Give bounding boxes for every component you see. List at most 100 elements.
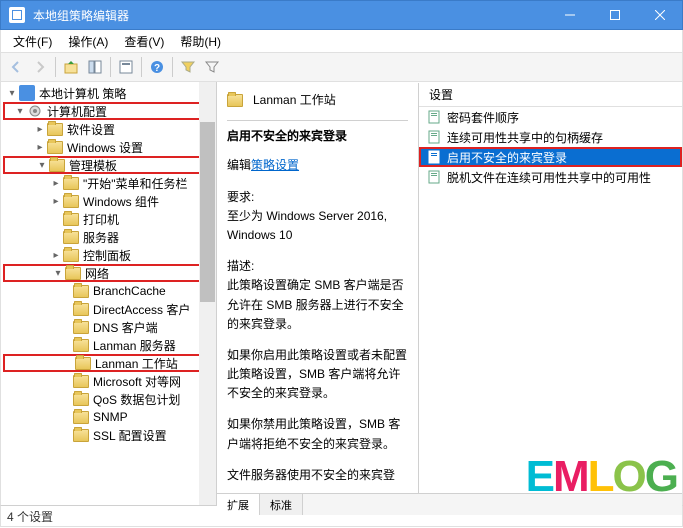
show-hide-button[interactable] xyxy=(84,56,106,78)
menubar: 文件(F) 操作(A) 查看(V) 帮助(H) xyxy=(0,30,683,52)
tree-label: Windows 组件 xyxy=(83,193,159,210)
window-title: 本地组策略编辑器 xyxy=(33,7,547,24)
folder-icon xyxy=(73,285,89,298)
policy-root-icon xyxy=(19,85,35,101)
tree-label: SSL 配置设置 xyxy=(93,427,167,444)
setting-row[interactable]: 连续可用性共享中的句柄缓存 xyxy=(419,127,682,147)
tree-computer-config[interactable]: ▾ 计算机配置 xyxy=(3,102,216,120)
tab-extended[interactable]: 扩展 xyxy=(217,494,260,515)
tree-admin-templates[interactable]: ▾ 管理模板 xyxy=(3,156,216,174)
tree-ms-peer[interactable]: Microsoft 对等网 xyxy=(3,372,216,390)
expander-icon[interactable]: ▸ xyxy=(33,140,47,154)
filter-options-button[interactable] xyxy=(201,56,223,78)
filter-button[interactable] xyxy=(177,56,199,78)
minimize-button[interactable] xyxy=(547,1,592,30)
tree-panel: ▾ 本地计算机 策略 ▾ 计算机配置 ▸ 软件设置 ▸ Windows 设置 ▾ xyxy=(1,82,217,505)
folder-icon xyxy=(73,375,89,388)
policy-icon xyxy=(427,170,441,184)
folder-icon xyxy=(73,303,89,316)
expander-icon[interactable]: ▸ xyxy=(49,248,63,262)
expander-icon[interactable]: ▾ xyxy=(35,158,49,172)
menu-action[interactable]: 操作(A) xyxy=(60,30,116,53)
toolbar-separator xyxy=(110,57,111,77)
gear-icon xyxy=(27,103,43,119)
forward-button[interactable] xyxy=(29,56,51,78)
tree-server[interactable]: ▸ 服务器 xyxy=(3,228,216,246)
folder-icon xyxy=(73,321,89,334)
tree-software-settings[interactable]: ▸ 软件设置 xyxy=(3,120,216,138)
folder-icon xyxy=(73,393,89,406)
description-text: 如果你禁用此策略设置，SMB 客户端将拒绝不安全的来宾登录。 xyxy=(227,415,408,453)
tree-root[interactable]: ▾ 本地计算机 策略 xyxy=(3,84,216,102)
expander-icon[interactable]: ▾ xyxy=(5,86,19,100)
tree-label: 打印机 xyxy=(83,211,119,228)
tree-label: BranchCache xyxy=(93,284,166,298)
tree-label: Windows 设置 xyxy=(67,139,143,156)
edit-policy-link[interactable]: 策略设置 xyxy=(251,158,299,172)
setting-row[interactable]: 脱机文件在连续可用性共享中的可用性 xyxy=(419,167,682,187)
tree-label: 控制面板 xyxy=(83,247,131,264)
help-button[interactable]: ? xyxy=(146,56,168,78)
description-text: 此策略设置确定 SMB 客户端是否允许在 SMB 服务器上进行不安全的来宾登录。 xyxy=(227,276,408,334)
tree-scrollbar[interactable] xyxy=(199,82,216,505)
detail-header-name: Lanman 工作站 xyxy=(253,91,336,110)
description-text: 如果你启用此策略设置或者未配置此策略设置，SMB 客户端将允许不安全的来宾登录。 xyxy=(227,346,408,404)
tree-label: DirectAccess 客户 xyxy=(93,301,190,318)
tree-directaccess[interactable]: DirectAccess 客户 xyxy=(3,300,216,318)
menu-file[interactable]: 文件(F) xyxy=(5,30,60,53)
tree-control-panel[interactable]: ▸ 控制面板 xyxy=(3,246,216,264)
tree-printers[interactable]: ▸ 打印机 xyxy=(3,210,216,228)
menu-view[interactable]: 查看(V) xyxy=(116,30,172,53)
folder-icon xyxy=(63,195,79,208)
settings-pane: 设置 密码套件顺序 连续可用性共享中的句柄缓存 启用不安全的来宾登录 xyxy=(418,83,682,493)
tree-network[interactable]: ▾ 网络 xyxy=(3,264,216,282)
tree-label: 网络 xyxy=(85,265,109,282)
back-button[interactable] xyxy=(5,56,27,78)
tree-dns-client[interactable]: DNS 客户端 xyxy=(3,318,216,336)
tab-standard[interactable]: 标准 xyxy=(260,494,303,515)
policy-icon xyxy=(427,110,441,124)
setting-row[interactable]: 密码套件顺序 xyxy=(419,107,682,127)
folder-icon xyxy=(63,249,79,262)
tree-snmp[interactable]: SNMP xyxy=(3,408,216,426)
watermark-logo: EMLOG xyxy=(526,452,677,502)
window-titlebar: 本地组策略编辑器 xyxy=(0,0,683,30)
tree-ssl-config[interactable]: SSL 配置设置 xyxy=(3,426,216,444)
expander-icon[interactable]: ▾ xyxy=(13,104,27,118)
folder-icon xyxy=(227,94,243,107)
detail-title: 启用不安全的来宾登录 xyxy=(227,127,408,146)
maximize-button[interactable] xyxy=(592,1,637,30)
tree-label: "开始"菜单和任务栏 xyxy=(83,175,188,192)
settings-column-header[interactable]: 设置 xyxy=(419,83,682,107)
description-text: 文件服务器使用不安全的来宾登 xyxy=(227,466,408,485)
expander-icon[interactable]: ▸ xyxy=(33,122,47,136)
toolbar-separator xyxy=(172,57,173,77)
tree-start-taskbar[interactable]: ▸ "开始"菜单和任务栏 xyxy=(3,174,216,192)
expander-icon[interactable]: ▾ xyxy=(51,266,65,280)
status-text: 4 个设置 xyxy=(7,508,53,525)
close-button[interactable] xyxy=(637,1,682,30)
folder-icon xyxy=(49,159,65,172)
expander-icon[interactable]: ▸ xyxy=(49,194,63,208)
tree-label: 软件设置 xyxy=(67,121,115,138)
tree-label: 服务器 xyxy=(83,229,119,246)
folder-icon xyxy=(63,177,79,190)
menu-help[interactable]: 帮助(H) xyxy=(172,30,229,53)
tree-lanman-workstation[interactable]: Lanman 工作站 xyxy=(3,354,216,372)
scrollbar-thumb[interactable] xyxy=(200,122,215,302)
toolbar-separator xyxy=(141,57,142,77)
properties-button[interactable] xyxy=(115,56,137,78)
tree-windows-components[interactable]: ▸ Windows 组件 xyxy=(3,192,216,210)
setting-row-selected[interactable]: 启用不安全的来宾登录 xyxy=(419,147,682,167)
edit-prefix: 编辑 xyxy=(227,158,251,172)
folder-icon xyxy=(73,429,89,442)
up-button[interactable] xyxy=(60,56,82,78)
folder-icon xyxy=(75,357,91,370)
expander-icon[interactable]: ▸ xyxy=(49,176,63,190)
tree-windows-settings[interactable]: ▸ Windows 设置 xyxy=(3,138,216,156)
tree-branchcache[interactable]: BranchCache xyxy=(3,282,216,300)
tree-label: Lanman 工作站 xyxy=(95,355,178,372)
tree-qos[interactable]: QoS 数据包计划 xyxy=(3,390,216,408)
tree-label: Lanman 服务器 xyxy=(93,337,176,354)
tree-lanman-server[interactable]: Lanman 服务器 xyxy=(3,336,216,354)
